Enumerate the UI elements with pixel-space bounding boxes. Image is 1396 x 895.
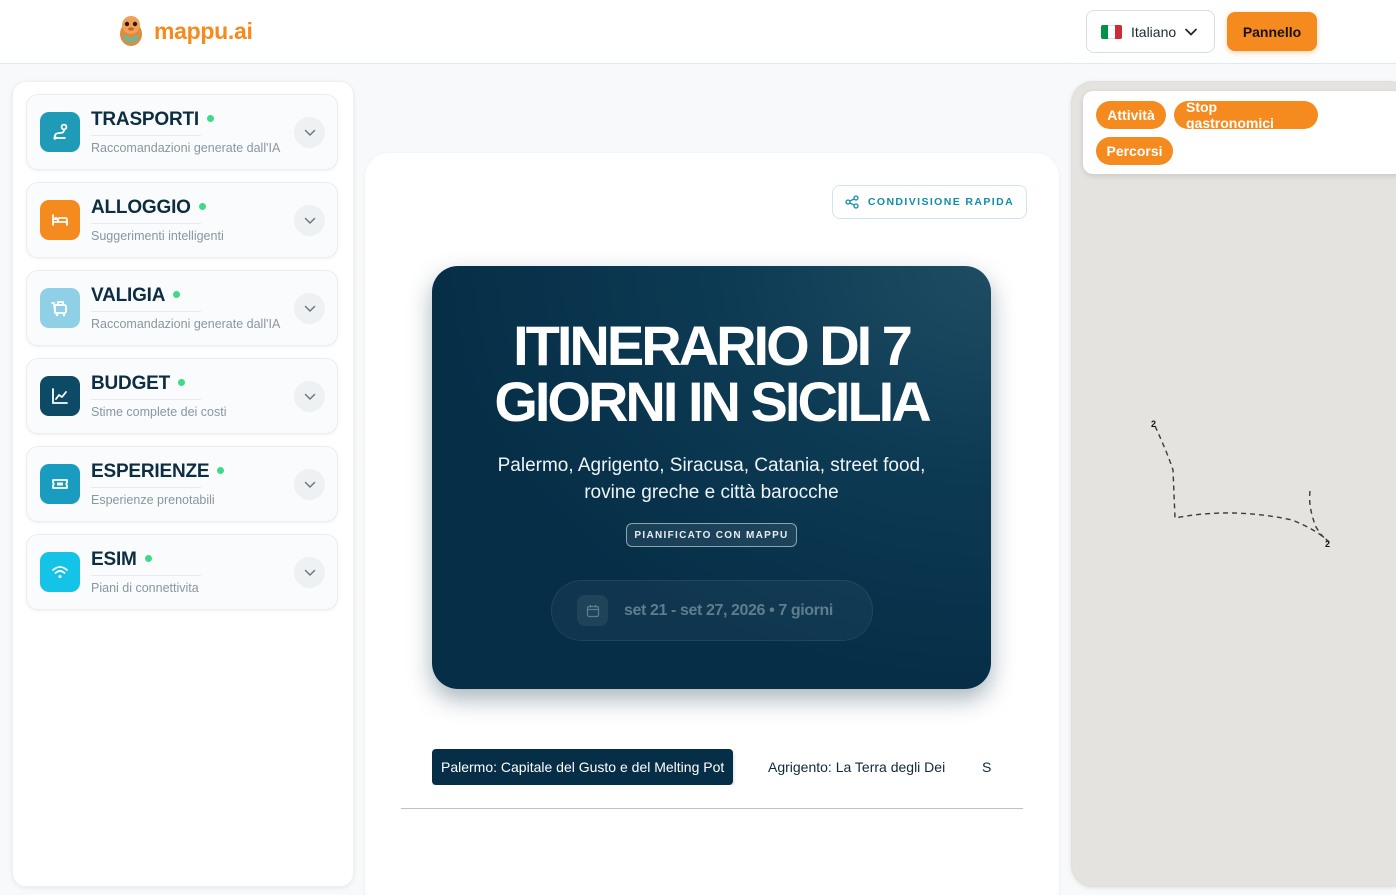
day-tabs: Palermo: Capitale del Gusto e del Meltin…	[432, 749, 1026, 785]
map-marker-label: 2	[1151, 419, 1156, 429]
divider	[91, 487, 201, 488]
expand-chevron-icon[interactable]	[294, 381, 325, 412]
divider	[91, 575, 201, 576]
tabs-divider	[401, 808, 1023, 809]
mascot-icon	[116, 14, 146, 48]
status-dot	[217, 467, 225, 474]
service-subtitle: Suggerimenti intelligenti	[91, 229, 224, 243]
calendar-icon	[577, 595, 608, 626]
service-subtitle: Esperienze prenotabili	[91, 493, 215, 507]
share-label: CONDIVISIONE RAPIDA	[867, 196, 1015, 208]
route-map[interactable]: 2 2	[1071, 81, 1396, 887]
title-line: ITINERARIO DI 7	[513, 314, 913, 377]
divider	[91, 311, 201, 312]
service-card-budget[interactable]: BUDGET Stime complete dei costi	[26, 358, 338, 434]
ticket-icon	[40, 464, 80, 504]
status-dot	[173, 291, 181, 298]
service-title: ALLOGGIO	[91, 197, 206, 219]
language-label: Italiano	[1131, 23, 1177, 40]
tab-palermo[interactable]: Palermo: Capitale del Gusto e del Meltin…	[432, 749, 734, 785]
filter-routes[interactable]: Percorsi	[1096, 137, 1173, 165]
route-lines: 2 2	[1151, 419, 1330, 549]
bed-icon	[40, 200, 80, 240]
itinerary-hero-card: ITINERARIO DI 7 GIORNI IN SICILIA Palerm…	[432, 266, 991, 689]
divider	[91, 399, 201, 400]
italy-flag-icon	[1101, 24, 1122, 39]
title-line: GIORNI IN SICILIA	[494, 370, 931, 433]
chevron-down-icon	[1185, 28, 1198, 36]
top-header: mappu.ai Italiano Pannello	[0, 0, 1396, 64]
trip-dates-pill: set 21 - set 27, 2026 • 7 giorni	[551, 580, 873, 641]
filter-food-stops[interactable]: Stop gastronomici	[1174, 99, 1318, 131]
subtitle-line: Palermo, Agrigento, Siracusa, Catania, s…	[497, 455, 926, 476]
status-dot	[198, 203, 206, 210]
divider	[91, 135, 201, 136]
quick-share-button[interactable]: CONDIVISIONE RAPIDA	[832, 185, 1027, 219]
expand-chevron-icon[interactable]	[294, 557, 325, 588]
status-dot	[144, 555, 152, 562]
planned-with-badge: PIANIFICATO CON MAPPU	[626, 523, 797, 547]
map-marker-label: 2	[1325, 539, 1330, 549]
brand-name: mappu.ai	[154, 17, 253, 44]
divider	[91, 223, 201, 224]
status-dot	[206, 115, 214, 122]
service-title: BUDGET	[91, 373, 186, 395]
luggage-icon	[40, 288, 80, 328]
service-card-alloggio[interactable]: ALLOGGIO Suggerimenti intelligenti	[26, 182, 338, 258]
trip-dates: set 21 - set 27, 2026 • 7 giorni	[624, 601, 833, 619]
dashboard-button[interactable]: Pannello	[1227, 12, 1317, 51]
service-title: ESIM	[91, 549, 152, 571]
route-icon	[40, 112, 80, 152]
services-sidebar: TRASPORTI Raccomandazioni generate dall'…	[12, 81, 354, 887]
service-subtitle: Raccomandazioni generate dall'IA	[91, 317, 281, 331]
expand-chevron-icon[interactable]	[294, 205, 325, 236]
service-title: TRASPORTI	[91, 109, 214, 131]
service-title: ESPERIENZE	[91, 461, 225, 483]
share-icon	[845, 195, 859, 209]
tab-agrigento[interactable]: Agrigento: La Terra degli Dei	[759, 749, 954, 785]
service-subtitle: Raccomandazioni generate dall'IA	[91, 141, 281, 155]
service-subtitle: Piani di connettivita	[91, 581, 199, 595]
service-card-esperienze[interactable]: ESPERIENZE Esperienze prenotabili	[26, 446, 338, 522]
expand-chevron-icon[interactable]	[294, 293, 325, 324]
expand-chevron-icon[interactable]	[294, 117, 325, 148]
status-dot	[178, 379, 186, 386]
language-select[interactable]: Italiano	[1086, 10, 1215, 53]
expand-chevron-icon[interactable]	[294, 469, 325, 500]
subtitle-line: rovine greche e città barocche	[584, 482, 839, 503]
tab-siracusa[interactable]: S	[973, 749, 1000, 785]
wifi-icon	[40, 552, 80, 592]
service-card-esim[interactable]: ESIM Piani di connettivita	[26, 534, 338, 610]
filter-activities[interactable]: Attività	[1096, 101, 1166, 129]
service-card-valigia[interactable]: VALIGIA Raccomandazioni generate dall'IA	[26, 270, 338, 346]
chart-icon	[40, 376, 80, 416]
service-title: VALIGIA	[91, 285, 181, 307]
map-filter-panel: Attività Stop gastronomici Percorsi	[1083, 91, 1396, 174]
service-subtitle: Stime complete dei costi	[91, 405, 227, 419]
itinerary-title: ITINERARIO DI 7 GIORNI IN SICILIA	[432, 318, 991, 430]
itinerary-subtitle: Palermo, Agrigento, Siracusa, Catania, s…	[472, 452, 951, 506]
brand-logo[interactable]: mappu.ai	[116, 14, 253, 48]
service-card-trasporti[interactable]: TRASPORTI Raccomandazioni generate dall'…	[26, 94, 338, 170]
